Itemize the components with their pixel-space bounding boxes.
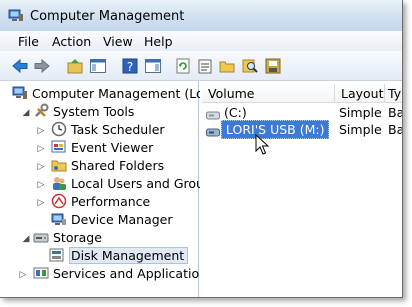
mouse-pointer-icon: [255, 133, 271, 156]
tree-label: Performance: [71, 193, 151, 209]
tree-item-storage[interactable]: Storage: [33, 228, 102, 246]
services-icon: [33, 265, 49, 281]
shared-folder-icon: [51, 157, 67, 173]
tree-item-event-viewer[interactable]: Event Viewer: [51, 138, 153, 156]
menu-help[interactable]: Help: [142, 33, 175, 50]
volume-rename-input[interactable]: LORI'S USB (M:): [221, 120, 330, 139]
column-header-type[interactable]: Ty: [385, 84, 402, 103]
expand-arrow-icon[interactable]: ▷: [36, 198, 46, 208]
tree-label: System Tools: [53, 103, 135, 119]
performance-icon: [51, 193, 67, 209]
expand-arrow-icon[interactable]: ▷: [36, 126, 46, 136]
computer-management-window: Computer Management File Action View Hel…: [0, 0, 403, 298]
properties-icon[interactable]: [195, 56, 215, 76]
clock-icon: [51, 121, 67, 137]
menu-action[interactable]: Action: [50, 33, 93, 50]
collapse-arrow-icon[interactable]: ◢: [21, 108, 31, 118]
tree-label: Computer Management (Local: [32, 85, 222, 101]
tree-item-performance[interactable]: Performance: [51, 192, 150, 210]
table-row[interactable]: LORI'S USB (M:) Simple Ba: [200, 120, 403, 139]
expand-arrow-icon[interactable]: ▷: [18, 270, 28, 280]
refresh-icon[interactable]: [173, 56, 193, 76]
drive-icon: [206, 108, 220, 120]
toolbar: ?: [0, 51, 402, 81]
disk-management-icon: [49, 247, 65, 263]
cell-type: Ba: [388, 122, 403, 137]
expand-arrow-icon[interactable]: ▷: [36, 144, 46, 154]
expand-arrow-icon[interactable]: ▷: [36, 162, 46, 172]
device-manager-icon: [51, 211, 67, 227]
tree-label: Shared Folders: [71, 157, 165, 173]
up-folder-icon[interactable]: [65, 56, 85, 76]
tree-item-shared-folders[interactable]: Shared Folders: [51, 156, 164, 174]
event-viewer-icon: [51, 139, 67, 155]
volume-list: Volume Layout Ty (C:) Simple Ba LORI'S U…: [200, 81, 402, 297]
column-header-layout[interactable]: Layout: [335, 84, 385, 103]
column-label: Ty: [388, 85, 402, 101]
tree-label: Storage: [53, 229, 102, 245]
table-row[interactable]: (C:) Simple Ba: [200, 104, 402, 121]
cell-layout: Simple: [339, 122, 382, 137]
action-pane-icon[interactable]: [143, 56, 163, 76]
disk-icon[interactable]: [263, 56, 283, 76]
column-label: Layout: [341, 85, 384, 101]
storage-icon: [33, 229, 49, 245]
column-header-volume[interactable]: Volume: [202, 84, 335, 103]
column-label: Volume: [208, 85, 255, 101]
tree-label-selected: Disk Management: [69, 246, 189, 264]
users-icon: [51, 175, 67, 191]
menu-view[interactable]: View: [101, 33, 135, 50]
tree-root-computer-management[interactable]: Computer Management (Local: [12, 84, 222, 102]
open-folder-icon[interactable]: [217, 56, 237, 76]
cell-layout: Simple: [339, 105, 382, 120]
tools-icon: [33, 103, 49, 119]
computer-management-icon: [12, 85, 28, 101]
tree-label: Event Viewer: [71, 139, 154, 155]
tree-label: Local Users and Groups: [71, 175, 219, 191]
show-hide-tree-icon[interactable]: [88, 56, 108, 76]
tree-item-system-tools[interactable]: System Tools: [33, 102, 134, 120]
menu-file[interactable]: File: [16, 33, 41, 50]
help-icon[interactable]: ?: [120, 56, 140, 76]
tree-item-disk-management[interactable]: Disk Management: [49, 246, 189, 264]
search-icon[interactable]: [240, 56, 260, 76]
tree-label: Task Scheduler: [71, 121, 165, 137]
tree-label: Device Manager: [71, 211, 173, 227]
cell-type: Ba: [388, 105, 403, 120]
tree-item-local-users-and-groups[interactable]: Local Users and Groups: [51, 174, 218, 192]
usb-drive-icon: [206, 125, 220, 137]
expand-arrow-icon[interactable]: ▷: [36, 180, 46, 190]
tree-item-services-and-applications[interactable]: Services and Applications: [33, 264, 214, 282]
svg-text:?: ?: [127, 60, 133, 74]
forward-arrow-icon[interactable]: [32, 56, 52, 76]
menu-bar: File Action View Help: [0, 31, 402, 52]
window-title: Computer Management: [30, 9, 185, 24]
cell-volume: (C:): [224, 105, 247, 120]
title-bar[interactable]: Computer Management: [0, 0, 402, 31]
tree-item-task-scheduler[interactable]: Task Scheduler: [51, 120, 165, 138]
computer-management-app-icon: [8, 9, 24, 23]
collapse-arrow-icon[interactable]: ◢: [21, 234, 31, 244]
console-tree: Computer Management (Local ◢ System Tool…: [0, 81, 222, 297]
tree-label: Services and Applications: [53, 265, 214, 281]
tree-item-device-manager[interactable]: Device Manager: [51, 210, 173, 228]
back-arrow-icon[interactable]: [10, 56, 30, 76]
